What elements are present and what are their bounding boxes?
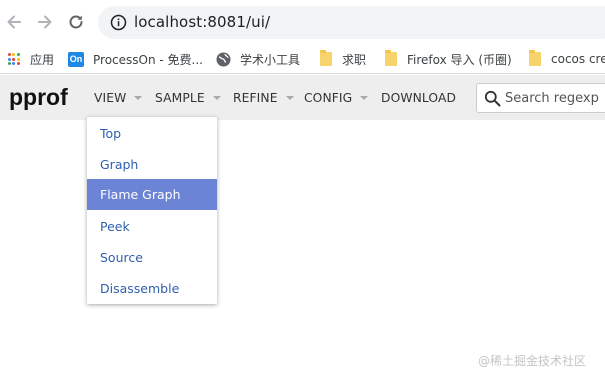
bookmark-cocos[interactable]: cocos crea bbox=[527, 50, 605, 68]
bookmark-label: 求职 bbox=[342, 52, 367, 67]
menu-item-peek[interactable]: Peek bbox=[87, 211, 217, 242]
menu-label: VIEW bbox=[94, 90, 127, 105]
bookmark-label: 应用 bbox=[30, 52, 55, 67]
url-text: localhost:8081/ui/ bbox=[134, 13, 271, 31]
bookmark-academic-tools[interactable]: 学术小工具 bbox=[216, 50, 300, 68]
pprof-toolbar: pprof VIEW SAMPLE REFINE CONFIG DOWNLOAD bbox=[0, 75, 605, 120]
caret-down-icon bbox=[134, 96, 143, 100]
search-input[interactable] bbox=[505, 88, 605, 108]
bookmark-jobs[interactable]: 求职 bbox=[318, 50, 366, 68]
folder-icon bbox=[383, 50, 398, 67]
caret-down-icon bbox=[360, 96, 369, 100]
caret-down-icon bbox=[212, 96, 221, 100]
app-brand: pprof bbox=[9, 84, 68, 110]
view-dropdown-menu: Top Graph Flame Graph Peek Source Disass… bbox=[87, 117, 217, 304]
processon-icon: On bbox=[68, 51, 84, 67]
folder-icon bbox=[318, 50, 333, 67]
menu-label: REFINE bbox=[233, 90, 278, 105]
menu-item-graph[interactable]: Graph bbox=[87, 149, 217, 180]
menu-item-source[interactable]: Source bbox=[87, 242, 217, 273]
menu-view[interactable]: VIEW bbox=[94, 75, 143, 120]
menu-item-disassemble[interactable]: Disassemble bbox=[87, 273, 217, 304]
forward-arrow-icon bbox=[38, 15, 52, 29]
bookmarks-bar: 应用 On ProcessOn - 免费... 学术小工具 求职 Firefox… bbox=[0, 45, 605, 74]
caret-down-icon bbox=[285, 96, 294, 100]
menu-label: SAMPLE bbox=[155, 90, 205, 105]
info-icon[interactable] bbox=[110, 14, 127, 31]
bookmark-processon[interactable]: On ProcessOn - 免费... bbox=[68, 50, 203, 68]
menu-refine[interactable]: REFINE bbox=[233, 75, 294, 120]
bookmark-label: 学术小工具 bbox=[240, 52, 301, 67]
folder-icon bbox=[527, 50, 542, 67]
back-arrow-icon bbox=[7, 15, 21, 29]
browser-address-row: localhost:8081/ui/ bbox=[0, 0, 605, 45]
reload-icon bbox=[69, 15, 83, 29]
address-bar[interactable]: localhost:8081/ui/ bbox=[98, 6, 605, 39]
menu-item-top[interactable]: Top bbox=[87, 118, 217, 149]
reload-button[interactable] bbox=[65, 11, 87, 33]
apps-grid-icon bbox=[6, 52, 21, 67]
menu-sample[interactable]: SAMPLE bbox=[155, 75, 221, 120]
bookmark-label: ProcessOn - 免费... bbox=[93, 52, 203, 67]
menu-download[interactable]: DOWNLOAD bbox=[381, 75, 456, 120]
bookmark-apps[interactable]: 应用 bbox=[6, 50, 54, 68]
back-button[interactable] bbox=[3, 11, 25, 33]
menu-config[interactable]: CONFIG bbox=[304, 75, 369, 120]
watermark: @稀土掘金技术社区 bbox=[478, 354, 587, 368]
search-box bbox=[476, 83, 605, 113]
bookmark-label: Firefox 导入 (币圈) bbox=[407, 52, 512, 67]
menu-label: CONFIG bbox=[304, 90, 353, 105]
menu-label: DOWNLOAD bbox=[381, 90, 457, 105]
bookmark-firefox-import[interactable]: Firefox 导入 (币圈) bbox=[383, 50, 512, 68]
globe-icon bbox=[216, 52, 231, 67]
forward-button[interactable] bbox=[34, 11, 56, 33]
bookmark-label: cocos crea bbox=[551, 52, 605, 66]
search-icon bbox=[484, 90, 501, 107]
menu-item-flame-graph[interactable]: Flame Graph bbox=[87, 179, 217, 210]
